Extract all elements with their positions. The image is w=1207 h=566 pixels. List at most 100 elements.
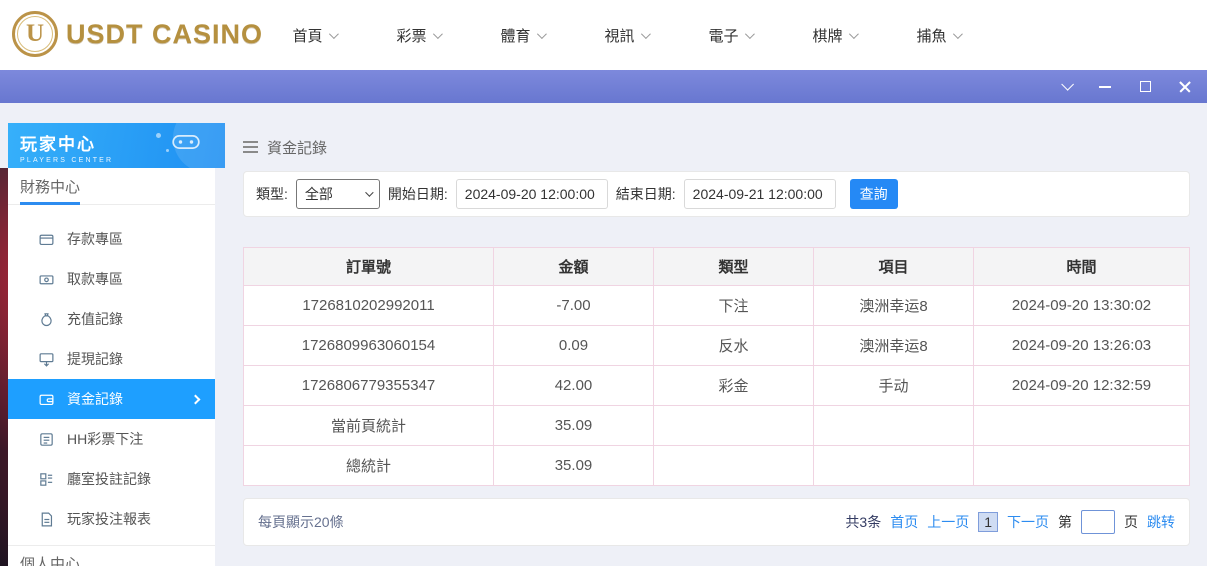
withdrawal-record-icon [38, 351, 55, 368]
table-cell: 澳洲幸运8 [814, 326, 974, 366]
sidebar-item-label: 提現記錄 [67, 349, 123, 369]
table-cell [654, 406, 814, 446]
window-titlebar [0, 70, 1207, 103]
section-label: 財務中心 [20, 176, 80, 197]
nav-label: 電子 [708, 25, 738, 46]
chevron-down-icon [432, 29, 442, 39]
type-label: 類型: [256, 184, 288, 204]
current-page-badge[interactable]: 1 [978, 512, 998, 532]
start-date-label: 開始日期: [388, 184, 448, 204]
nav-item-slots[interactable]: 電子 [678, 25, 782, 46]
table-cell: 下注 [654, 286, 814, 326]
funds-record-icon [38, 391, 55, 408]
table-cell: 手动 [814, 366, 974, 406]
sidebar-item-withdraw[interactable]: 取款專區 [8, 259, 215, 299]
window-close-button[interactable] [1177, 79, 1193, 95]
sidebar-item-label: HH彩票下注 [67, 429, 143, 449]
recharge-record-icon [38, 311, 55, 328]
table-cell: 0.09 [494, 326, 654, 366]
funds-table-wrap: 訂單號 金額 類型 項目 時間 1726810202992011 -7.00 下… [243, 247, 1190, 486]
table-row-grand-total: 總統計 35.09 [244, 446, 1190, 486]
table-cell: 35.09 [494, 446, 654, 486]
nav-label: 體育 [500, 25, 530, 46]
sidebar-item-label: 充值記錄 [67, 309, 123, 329]
nav-label: 視訊 [604, 25, 634, 46]
table-cell: 2024-09-20 13:26:03 [974, 326, 1190, 366]
sidebar-item-deposit[interactable]: 存款專區 [8, 219, 215, 259]
nav-item-video[interactable]: 視訊 [574, 25, 678, 46]
table-cell: 2024-09-20 12:32:59 [974, 366, 1190, 406]
chevron-down-icon [328, 29, 338, 39]
end-date-input[interactable] [684, 179, 836, 209]
per-page-label: 每頁顯示20條 [258, 512, 344, 532]
chevron-down-icon [640, 29, 650, 39]
table-cell [814, 406, 974, 446]
brand-emblem-icon: U [12, 11, 58, 57]
table-header-cell: 時間 [974, 248, 1190, 286]
total-count-label: 共3条 [845, 512, 881, 532]
brand-logo[interactable]: U USDT CASINO [12, 11, 263, 57]
sidebar-item-withdrawal-record[interactable]: 提現記錄 [8, 339, 215, 379]
maximize-icon [1140, 81, 1151, 92]
section-label: 個人中心 [20, 553, 80, 566]
table-row: 1726809963060154 0.09 反水 澳洲幸运8 2024-09-2… [244, 326, 1190, 366]
start-date-input[interactable] [456, 179, 608, 209]
deposit-card-icon [38, 231, 55, 248]
page-title: 資金記錄 [267, 137, 327, 158]
table-cell: 彩金 [654, 366, 814, 406]
chevron-down-icon [1061, 78, 1074, 91]
table-cell [654, 446, 814, 486]
pagination-bar: 每頁顯示20條 共3条 首页 上一页 1 下一页 第 页 跳转 [243, 498, 1190, 546]
gamepad-icon [171, 131, 201, 153]
sidebar-item-funds-record[interactable]: 資金記錄 [8, 379, 215, 419]
sidebar-item-recharge-record[interactable]: 充值記錄 [8, 299, 215, 339]
type-select[interactable]: 全部 [296, 179, 380, 209]
sidebar-item-hh-lottery-bet[interactable]: HH彩票下注 [8, 419, 215, 459]
nav-label: 棋牌 [812, 25, 842, 46]
table-header-cell: 金額 [494, 248, 654, 286]
prev-page-link[interactable]: 上一页 [927, 512, 969, 532]
chevron-down-icon [952, 29, 962, 39]
table-header-cell: 訂單號 [244, 248, 494, 286]
player-report-icon [38, 511, 55, 528]
lottery-bet-icon [38, 431, 55, 448]
decor-dot-icon [166, 149, 169, 152]
first-page-link[interactable]: 首页 [890, 512, 918, 532]
nav-item-cards[interactable]: 棋牌 [782, 25, 886, 46]
sidebar-panel: 財務中心 存款專區 取款專區 充值記錄 提現記錄 [8, 168, 215, 566]
nav-item-lottery[interactable]: 彩票 [366, 25, 470, 46]
type-select-value: 全部 [305, 184, 333, 204]
nav-item-home[interactable]: 首頁 [262, 25, 366, 46]
sidebar-item-player-report[interactable]: 玩家投注報表 [8, 499, 215, 539]
jump-link[interactable]: 跳转 [1147, 512, 1175, 532]
menu-icon[interactable] [243, 141, 258, 153]
chevron-right-icon [191, 394, 201, 404]
table-row: 1726810202992011 -7.00 下注 澳洲幸运8 2024-09-… [244, 286, 1190, 326]
table-cell: 2024-09-20 13:30:02 [974, 286, 1190, 326]
end-date-label: 結束日期: [616, 184, 676, 204]
sidebar-item-room-bet-record[interactable]: 廳室投註記錄 [8, 459, 215, 499]
funds-table: 訂單號 金額 類型 項目 時間 1726810202992011 -7.00 下… [243, 247, 1190, 486]
query-button[interactable]: 查詢 [850, 179, 898, 209]
table-cell [814, 446, 974, 486]
sidebar-item-label: 資金記錄 [67, 389, 123, 409]
table-row: 1726806779355347 42.00 彩金 手动 2024-09-20 … [244, 366, 1190, 406]
next-page-link[interactable]: 下一页 [1007, 512, 1049, 532]
window-collapse-button[interactable] [1057, 79, 1073, 95]
filter-bar: 類型: 全部 開始日期: 結束日期: 查詢 [243, 171, 1190, 217]
pager: 共3条 首页 上一页 1 下一页 第 页 跳转 [845, 510, 1175, 534]
window-minimize-button[interactable] [1097, 79, 1113, 95]
sidebar-section-personal: 個人中心 [8, 545, 215, 566]
sidebar-section-finance: 財務中心 [8, 168, 215, 205]
table-cell: 當前頁統計 [244, 406, 494, 446]
nav-item-sports[interactable]: 體育 [470, 25, 574, 46]
nav-label: 首頁 [292, 25, 322, 46]
sidebar-menu: 存款專區 取款專區 充值記錄 提現記錄 資金記錄 [8, 205, 215, 539]
nav-label: 彩票 [396, 25, 426, 46]
brand-name: USDT CASINO [66, 19, 263, 50]
chevron-down-icon [536, 29, 546, 39]
page-number-input[interactable] [1081, 510, 1115, 534]
table-header-cell: 類型 [654, 248, 814, 286]
nav-item-fishing[interactable]: 捕魚 [886, 25, 990, 46]
window-maximize-button[interactable] [1137, 79, 1153, 95]
